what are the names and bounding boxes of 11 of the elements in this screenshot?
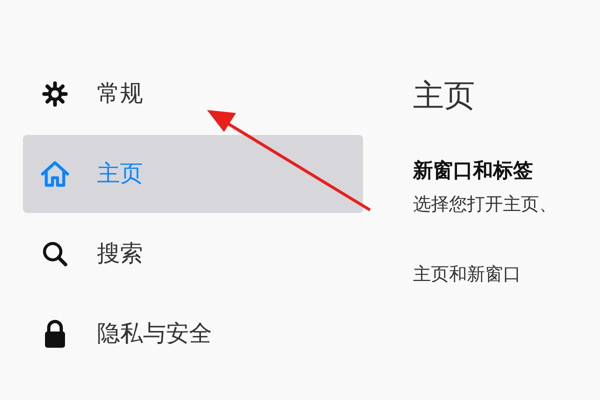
section-heading: 新窗口和标签	[413, 157, 534, 184]
section-description: 选择您打开主页、	[413, 193, 557, 217]
home-icon	[40, 159, 70, 189]
page-title: 主页	[413, 77, 476, 116]
sidebar-item[interactable]: 搜索	[23, 215, 363, 293]
lock-icon	[42, 319, 68, 349]
gear-icon	[42, 81, 68, 107]
search-icon	[41, 240, 69, 268]
subsection-label: 主页和新窗口	[413, 263, 522, 287]
sidebar-item[interactable]: 常规	[23, 55, 363, 133]
sidebar-item[interactable]: 隐私与安全	[23, 295, 363, 373]
